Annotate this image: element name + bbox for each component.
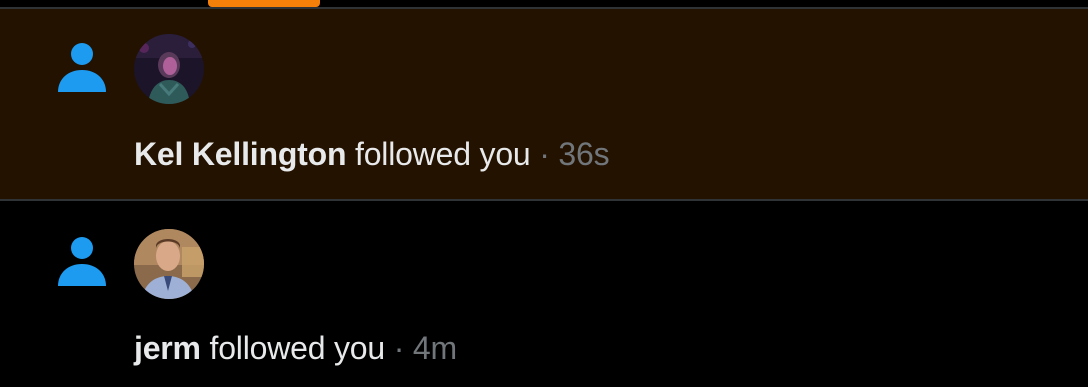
user-name[interactable]: Kel Kellington bbox=[134, 136, 347, 172]
notification-item[interactable]: Kel Kellington followed you · 36s bbox=[0, 9, 1088, 201]
separator: · bbox=[393, 330, 405, 366]
avatar[interactable] bbox=[134, 229, 204, 299]
notification-text: Kel Kellington followed you · 36s bbox=[134, 134, 610, 174]
separator: · bbox=[539, 136, 550, 172]
action-text: followed you bbox=[209, 330, 386, 366]
notification-text: jerm followed you · 4m bbox=[134, 328, 457, 368]
person-icon bbox=[56, 41, 108, 93]
active-tab-indicator bbox=[208, 0, 320, 7]
avatar[interactable] bbox=[134, 34, 204, 104]
person-icon bbox=[56, 235, 108, 287]
action-text: followed you bbox=[355, 136, 531, 172]
user-name[interactable]: jerm bbox=[134, 330, 201, 366]
timestamp: 36s bbox=[558, 136, 610, 172]
notification-item[interactable]: jerm followed you · 4m bbox=[0, 201, 1088, 387]
timestamp: 4m bbox=[412, 330, 457, 366]
tab-bar bbox=[0, 0, 1088, 7]
